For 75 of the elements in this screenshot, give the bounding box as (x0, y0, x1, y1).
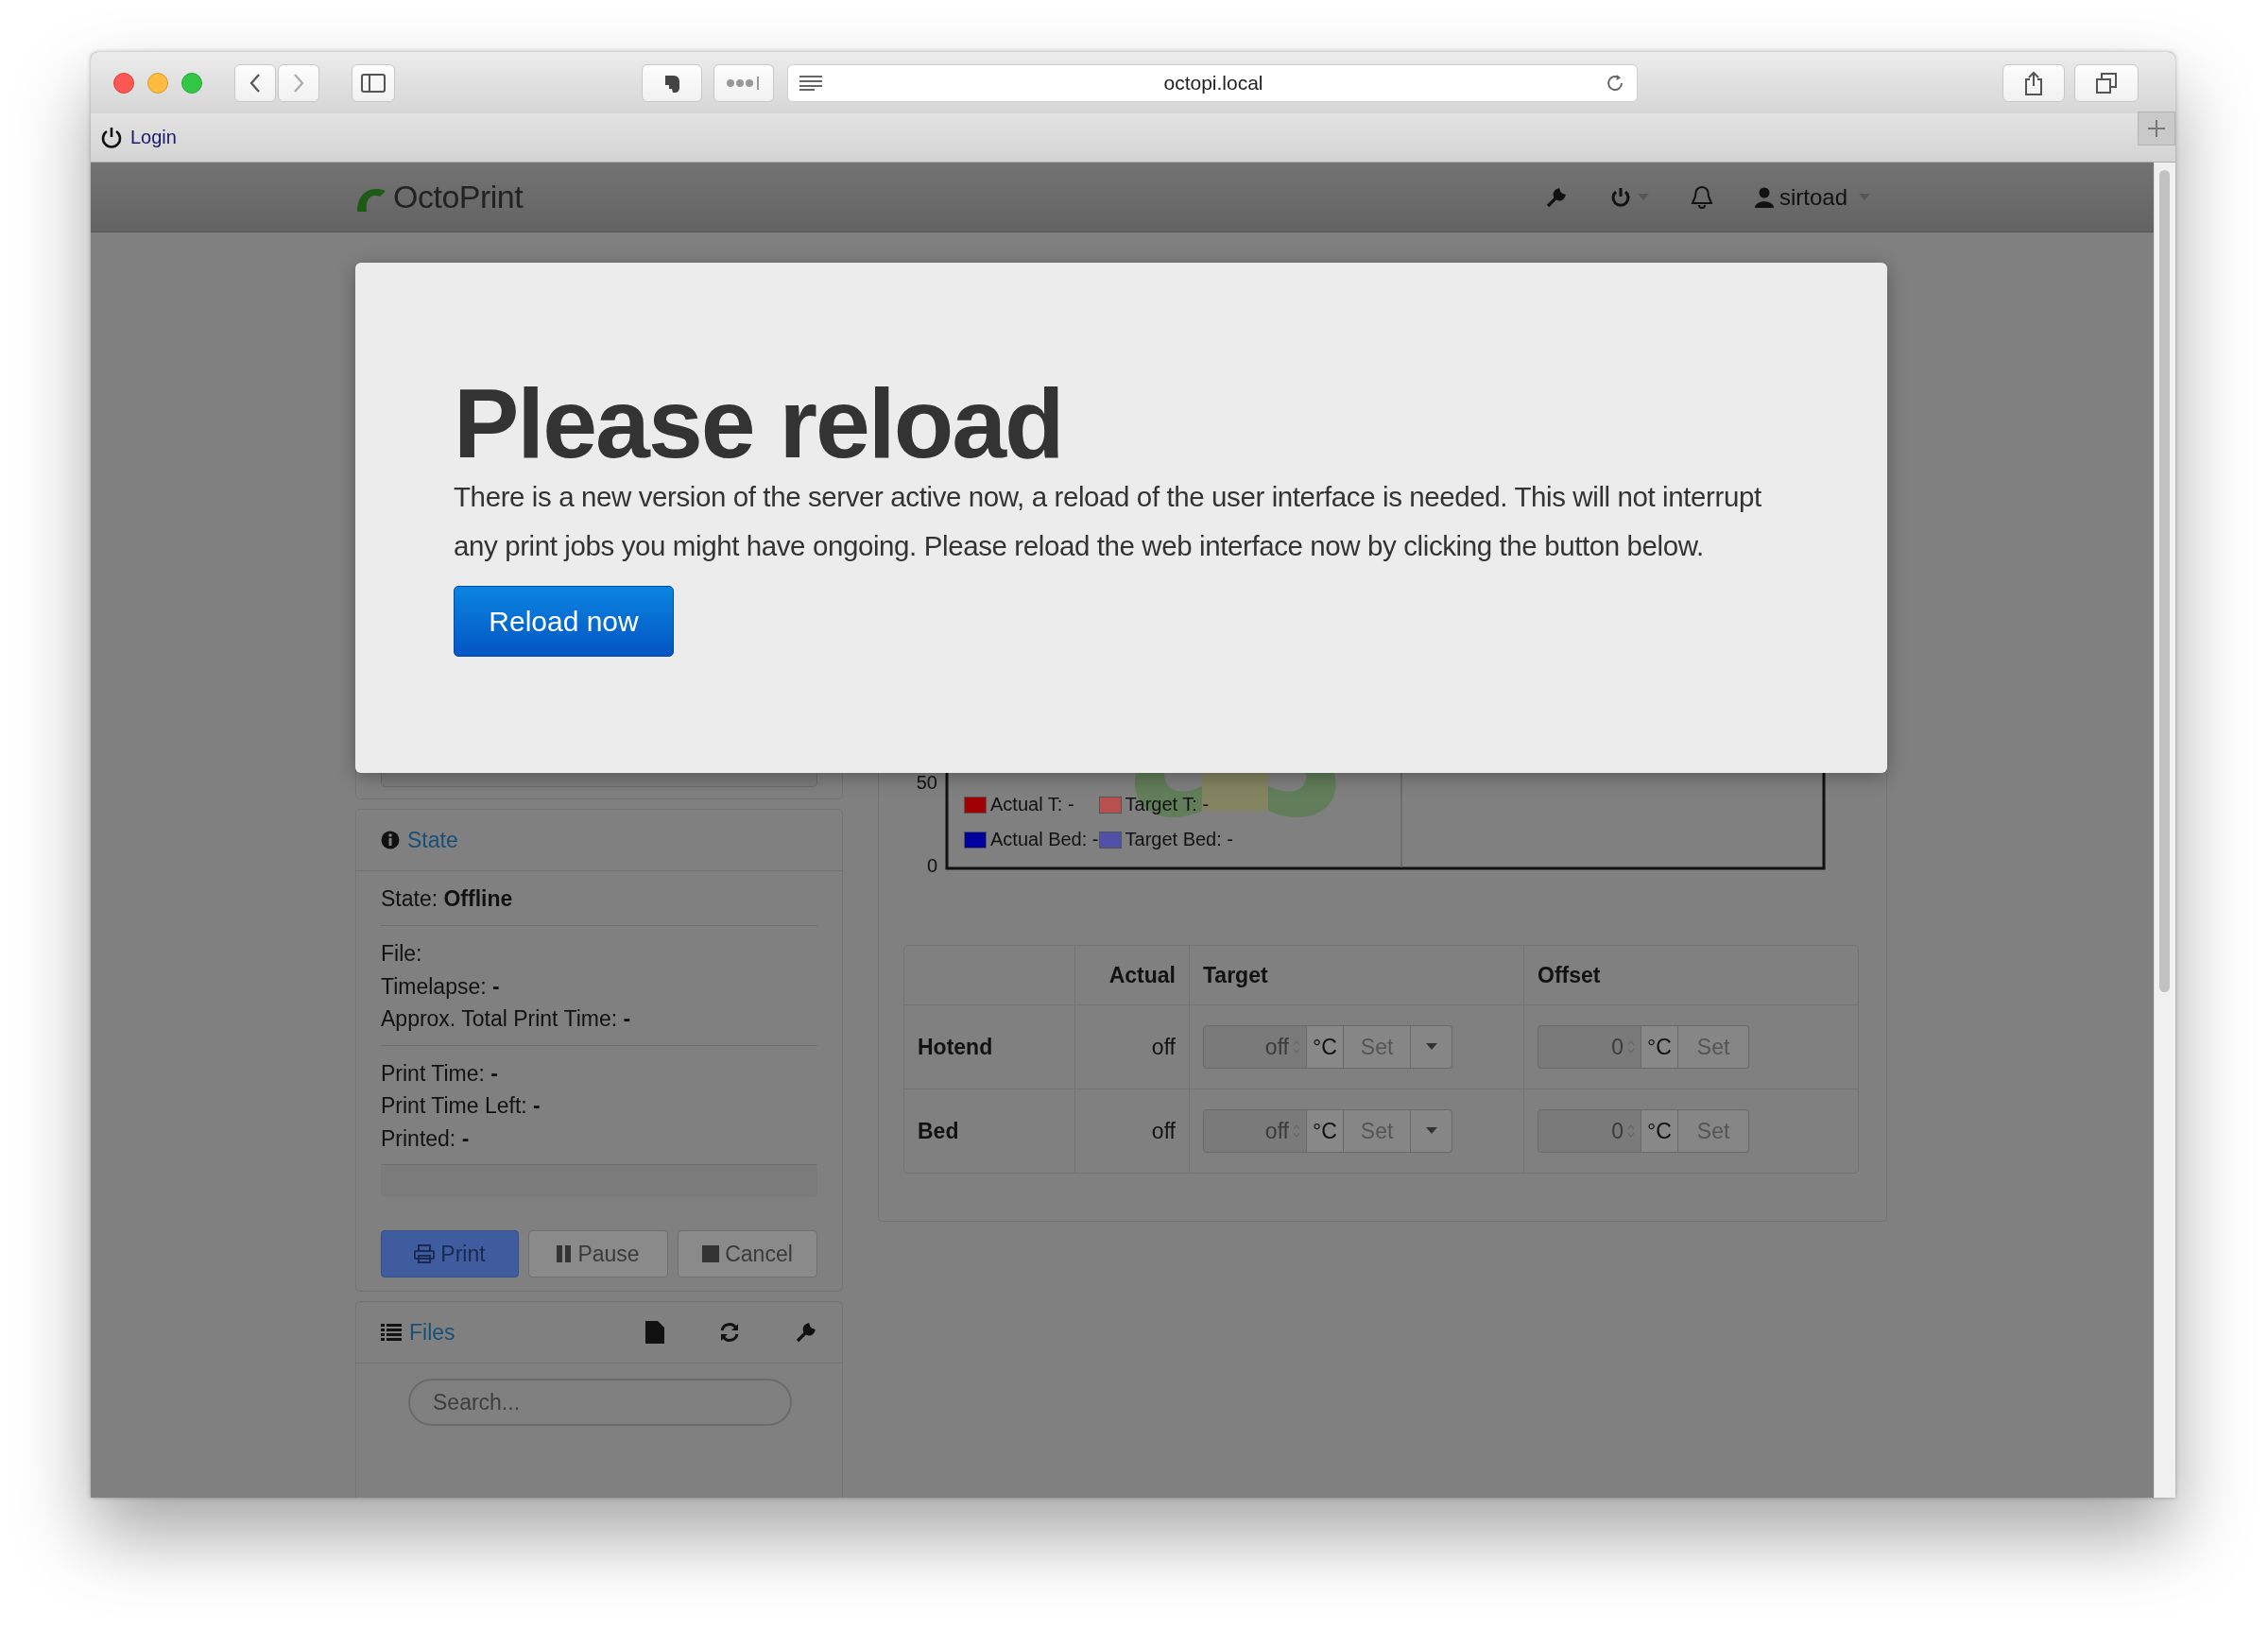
target-field[interactable]: off (1203, 1025, 1307, 1069)
info-line: Print Time Left: - (381, 1092, 541, 1120)
tabs-icon (2096, 72, 2117, 94)
power-icon (100, 126, 123, 149)
column-header: Offset (1523, 946, 1858, 1004)
column-header: Target (1189, 946, 1523, 1004)
reader-icon[interactable] (799, 75, 822, 91)
brand-link[interactable]: OctoPrint (355, 179, 524, 215)
offset-field[interactable]: 0 (1538, 1025, 1641, 1069)
info-line: File: (381, 940, 422, 968)
target-field[interactable]: off (1203, 1109, 1307, 1153)
scrollbar-thumb[interactable] (2159, 170, 2170, 992)
caret-icon (1425, 1043, 1437, 1051)
chevron-left-icon (249, 72, 262, 94)
pause-icon (557, 1245, 573, 1262)
info-icon (381, 831, 400, 849)
search-field[interactable]: Search... (408, 1379, 792, 1426)
plus-icon (2147, 119, 2166, 138)
table-cell: off (1151, 1118, 1176, 1143)
list-icon (381, 1324, 402, 1341)
zoom-icon[interactable] (181, 72, 202, 94)
info-line: Print Time: - (381, 1059, 498, 1088)
info-line: Approx. Total Print Time: - (381, 1005, 631, 1033)
unit-label: °C (1641, 1025, 1678, 1069)
back-button[interactable] (234, 63, 276, 102)
stop-icon (702, 1245, 720, 1262)
more-button[interactable] (713, 63, 774, 102)
state-link[interactable]: State (407, 827, 458, 853)
pause-button[interactable]: Pause (528, 1230, 668, 1277)
legend-label: Target T: - (1125, 794, 1210, 815)
tabs-button[interactable] (2074, 63, 2139, 102)
caret-icon (1637, 193, 1649, 201)
info-line: Timelapse: - (381, 972, 500, 1001)
state-line: State: Offline (381, 886, 817, 926)
offset-field[interactable]: 0 (1538, 1109, 1641, 1153)
login-link[interactable]: Login (100, 126, 177, 149)
reload-icon[interactable] (1605, 72, 1625, 94)
caret-icon (1425, 1127, 1437, 1135)
unit-label: °C (1307, 1025, 1344, 1069)
row-header: Hotend (918, 1034, 993, 1059)
user-menu[interactable]: sirtoad (1754, 183, 1870, 211)
row-header: Bed (918, 1118, 959, 1143)
chevron-right-icon (292, 72, 305, 94)
table-cell: off (1151, 1034, 1176, 1059)
info-line: Printed: - (381, 1124, 470, 1153)
settings-icon[interactable] (1544, 185, 1568, 209)
printer-icon (414, 1244, 436, 1263)
share-button[interactable] (2002, 63, 2065, 102)
legend-label: Actual Bed: - (990, 829, 1099, 850)
new-tab-button[interactable] (2138, 111, 2175, 146)
address-field[interactable]: octopi.local (787, 63, 1638, 102)
settings-icon[interactable] (795, 1321, 817, 1344)
axis-tick-label: 0 (926, 855, 937, 876)
close-icon[interactable] (113, 72, 134, 94)
sidebar-button[interactable] (352, 63, 395, 102)
file-icon[interactable] (645, 1321, 664, 1344)
files-link[interactable]: Files (409, 1319, 455, 1346)
legend-label: Target Bed: - (1125, 829, 1234, 850)
reload-now-button[interactable]: Reload now (454, 586, 674, 657)
bell-icon[interactable] (1690, 184, 1713, 210)
column-header: Actual (1074, 946, 1189, 1004)
sidebar-icon (361, 73, 386, 93)
extension-button[interactable] (642, 63, 702, 102)
caret-icon (1859, 193, 1870, 201)
refresh-icon[interactable] (719, 1322, 740, 1343)
unit-label: °C (1307, 1109, 1344, 1153)
legend-label: Actual T: - (990, 794, 1074, 815)
dialog-title: Please reload (454, 374, 1064, 472)
share-icon (2024, 70, 2043, 95)
cancel-button[interactable]: Cancel (678, 1230, 817, 1277)
unit-label: °C (1641, 1109, 1678, 1153)
print-button[interactable]: Print (381, 1230, 519, 1277)
axis-tick-label: 50 (916, 773, 937, 793)
user-icon (1754, 186, 1774, 208)
dialog-message: There is a new version of the server active now, a reload of the user interface is needed. This will not interrupt any print jobs you might have ongoing. Please reload the web interface now by clicking the button below. (454, 480, 1762, 563)
